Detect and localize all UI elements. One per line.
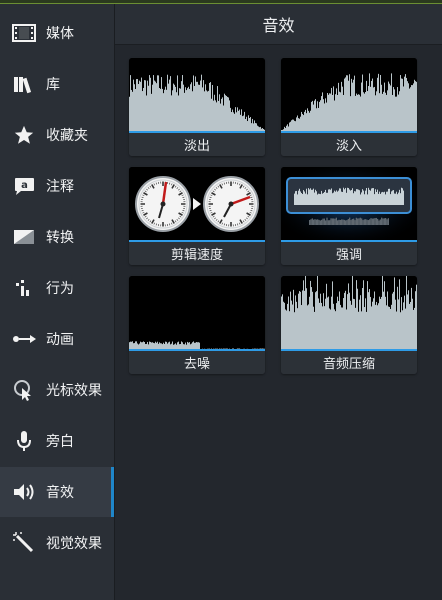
animation-arrow-icon <box>10 325 38 353</box>
cursor-effect-icon <box>10 376 38 404</box>
emphasize-thumbnail <box>281 167 417 241</box>
magic-wand-icon <box>10 529 38 557</box>
sidebar-item-cursor-effects[interactable]: 光标效果 <box>0 365 114 415</box>
speaker-icon <box>10 478 38 506</box>
sidebar-item-transitions[interactable]: 转换 <box>0 212 114 262</box>
tile-label: 强调 <box>281 242 417 265</box>
noise-removal-thumbnail <box>129 276 265 350</box>
sidebar-item-label: 音效 <box>46 485 74 501</box>
fade-out-thumbnail <box>129 58 265 132</box>
library-books-icon <box>10 70 38 98</box>
audio-compression-thumbnail <box>281 276 417 350</box>
sidebar-item-label: 收藏夹 <box>46 128 88 144</box>
sidebar-item-audio-effects[interactable]: 音效 <box>0 467 114 517</box>
behavior-icon <box>10 274 38 302</box>
sidebar-item-label: 光标效果 <box>46 383 102 399</box>
tile-label: 淡出 <box>129 133 265 156</box>
effect-tile-clip-speed[interactable]: 剪辑速度 <box>129 167 265 265</box>
sidebar-item-annotations[interactable]: a 注释 <box>0 161 114 211</box>
sidebar-item-visual-effects[interactable]: 视觉效果 <box>0 518 114 568</box>
tile-label: 剪辑速度 <box>129 242 265 265</box>
sidebar-item-label: 动画 <box>46 332 74 348</box>
sidebar-item-favorites[interactable]: 收藏夹 <box>0 110 114 160</box>
sidebar-item-label: 库 <box>46 77 60 93</box>
clock-icon <box>203 176 259 232</box>
sidebar-item-label: 视觉效果 <box>46 536 102 552</box>
effect-tile-audio-compression[interactable]: 音频压缩 <box>281 276 417 374</box>
panel-header: 音效 <box>115 4 442 45</box>
sidebar-item-label: 注释 <box>46 179 74 195</box>
clock-icon <box>135 176 191 232</box>
sidebar-item-behaviors[interactable]: 行为 <box>0 263 114 313</box>
sidebar-item-library[interactable]: 库 <box>0 59 114 109</box>
star-icon <box>10 121 38 149</box>
fade-in-thumbnail <box>281 58 417 132</box>
sidebar-item-media[interactable]: 媒体 <box>0 8 114 58</box>
effect-tile-fade-out[interactable]: 淡出 <box>129 58 265 156</box>
effect-tile-fade-in[interactable]: 淡入 <box>281 58 417 156</box>
sidebar-item-label: 旁白 <box>46 434 74 450</box>
effect-tile-noise-removal[interactable]: 去噪 <box>129 276 265 374</box>
audio-effects-panel: 音效 淡出 淡入 剪辑速度 强调 去噪 音频压缩 <box>115 4 442 600</box>
tile-label: 淡入 <box>281 133 417 156</box>
sidebar-item-label: 行为 <box>46 281 74 297</box>
sidebar-item-animations[interactable]: 动画 <box>0 314 114 364</box>
sidebar-item-voice-narration[interactable]: 旁白 <box>0 416 114 466</box>
svg-text:a: a <box>21 180 28 191</box>
sidebar-item-label: 转换 <box>46 230 74 246</box>
transition-icon <box>10 223 38 251</box>
tile-label: 去噪 <box>129 351 265 374</box>
clip-speed-thumbnail <box>129 167 265 241</box>
sidebar: 媒体 库 收藏夹 a 注释 转换 行为 动画 光标效果 旁白 音效 视觉效果 <box>0 4 115 600</box>
tile-label: 音频压缩 <box>281 351 417 374</box>
microphone-icon <box>10 427 38 455</box>
panel-title: 音效 <box>262 16 295 35</box>
annotation-callout-icon: a <box>10 172 38 200</box>
film-icon <box>10 19 38 47</box>
sidebar-item-label: 媒体 <box>46 26 74 42</box>
effect-tile-emphasize[interactable]: 强调 <box>281 167 417 265</box>
